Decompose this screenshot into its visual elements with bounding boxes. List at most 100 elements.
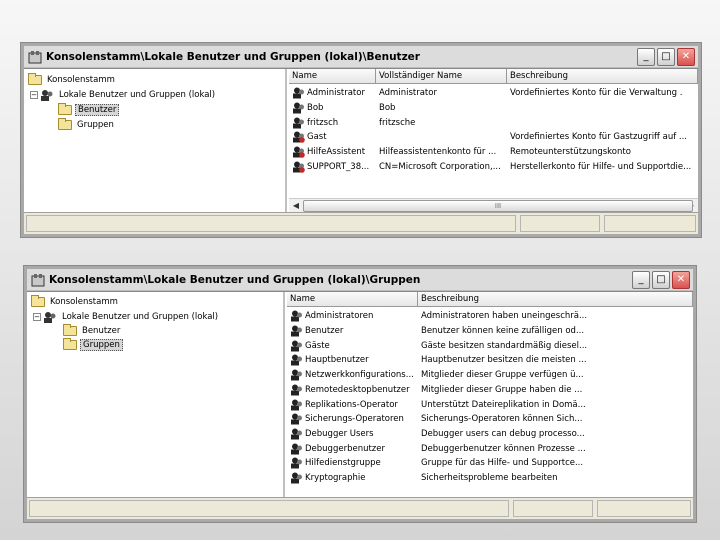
- tree-item-label: Konsolenstamm: [47, 75, 115, 85]
- status-bar: [27, 497, 693, 519]
- group-icon: [291, 369, 302, 381]
- window-gruppen: Konsolenstamm\Lokale Benutzer und Gruppe…: [23, 265, 697, 523]
- cell-description: Sicherungs-Operatoren können Sich...: [421, 414, 583, 425]
- scroll-thumb[interactable]: III: [303, 199, 693, 212]
- cell-name: Sicherungs-Operatoren: [287, 413, 418, 425]
- table-row[interactable]: Debuggerbenutzer Debuggerbenutzer können …: [287, 441, 693, 456]
- maximize-button[interactable]: □: [657, 47, 675, 66]
- user-icon: [293, 161, 305, 173]
- table-row[interactable]: Gast Vordefiniertes Konto für Gastzugriff…: [289, 130, 698, 145]
- table-row[interactable]: Remotedesktopbenutzer Mitglieder dieser G…: [287, 383, 693, 398]
- window-body: Konsolenstamm − Lokale Benutzer und Grup…: [27, 291, 693, 497]
- table-row[interactable]: Benutzer Benutzer können keine zufälligen…: [287, 324, 693, 339]
- table-row[interactable]: Gäste Gäste besitzen standardmäßig diesel…: [287, 338, 693, 353]
- table-row[interactable]: Debugger Users Debugger users can debug p…: [287, 427, 693, 442]
- tree-item-gruppen[interactable]: Gruppen: [63, 338, 123, 352]
- status-segment: [604, 215, 696, 232]
- cell-description: Gäste besitzen standardmäßig diesel...: [421, 340, 588, 351]
- group-icon: [291, 472, 302, 484]
- collapse-toggle[interactable]: −: [33, 313, 41, 321]
- cell-description: Administratoren haben uneingeschrä...: [421, 311, 588, 322]
- tree-item-gruppen[interactable]: Gruppen: [58, 118, 116, 132]
- user-icon: [293, 146, 305, 158]
- cell-name: Hauptbenutzer: [287, 354, 418, 366]
- title-bar[interactable]: Konsolenstamm\Lokale Benutzer und Gruppe…: [27, 269, 693, 291]
- cell-description: Debuggerbenutzer können Prozesse ...: [421, 443, 586, 454]
- column-header-description[interactable]: Beschreibung: [507, 69, 698, 83]
- tree-item-root[interactable]: Konsolenstamm: [31, 295, 120, 309]
- table-row[interactable]: Sicherungs-Operatoren Sicherungs-Operator…: [287, 412, 693, 427]
- scroll-left-icon[interactable]: ◀: [289, 199, 303, 213]
- cell-name: Remotedesktopbenutzer: [287, 384, 418, 396]
- tree-item-local-users-groups[interactable]: − Lokale Benutzer und Gruppen (lokal): [30, 88, 217, 102]
- cell-text: Administratoren: [305, 311, 374, 322]
- group-icon: [291, 354, 302, 366]
- tree-item-benutzer[interactable]: Benutzer: [58, 103, 120, 117]
- cell-description: Mitglieder dieser Gruppe haben die ...: [421, 384, 583, 395]
- close-button[interactable]: ✕: [677, 47, 695, 66]
- folder-icon: [31, 295, 45, 307]
- cell-full-name: Bob: [379, 103, 396, 114]
- group-icon: [291, 428, 302, 440]
- window-body: Konsolenstamm − Lokale Benutzer und Grup…: [24, 68, 698, 212]
- group-icon: [291, 340, 302, 352]
- tree-item-root[interactable]: Konsolenstamm: [28, 73, 117, 87]
- list-pane: Name Beschreibung Administratoren Adminis…: [287, 292, 693, 497]
- table-row[interactable]: SUPPORT_38... CN=Microsoft Corporation,..…: [289, 160, 698, 175]
- cell-text: fritzsch: [307, 117, 339, 128]
- table-row[interactable]: fritzsch fritzsche: [289, 115, 698, 130]
- cell-name: Kryptographie: [287, 472, 418, 484]
- table-row[interactable]: Replikations-Operator Unterstützt Dateire…: [287, 397, 693, 412]
- table-row[interactable]: Hilfedienstgruppe Gruppe für das Hilfe- u…: [287, 456, 693, 471]
- cell-text: Debugger Users: [305, 428, 374, 439]
- cell-text: Hauptbenutzer: [305, 355, 369, 366]
- cell-name: Administratoren: [287, 310, 418, 322]
- cell-full-name: Administrator: [379, 88, 437, 99]
- table-row[interactable]: Bob Bob: [289, 101, 698, 116]
- cell-description: Debugger users can debug processo...: [421, 428, 585, 439]
- tree-pane: Konsolenstamm − Lokale Benutzer und Grup…: [24, 69, 287, 212]
- group-icon: [291, 384, 302, 396]
- folder-icon: [58, 103, 72, 115]
- horizontal-scrollbar[interactable]: ◀ III ▶: [289, 198, 698, 212]
- table-row[interactable]: HilfeAssistent Hilfeassistentenkonto für …: [289, 145, 698, 160]
- maximize-button[interactable]: □: [652, 270, 670, 289]
- minimize-button[interactable]: _: [637, 47, 655, 66]
- table-row[interactable]: Administratoren Administratoren haben une…: [287, 309, 693, 324]
- title-bar[interactable]: Konsolenstamm\Lokale Benutzer und Gruppe…: [24, 46, 698, 68]
- cell-text: Administrator: [307, 88, 365, 99]
- cell-text: Replikations-Operator: [305, 399, 398, 410]
- tree-item-benutzer[interactable]: Benutzer: [63, 324, 122, 338]
- folder-icon: [63, 338, 77, 350]
- tree-pane: Konsolenstamm − Lokale Benutzer und Grup…: [27, 292, 285, 497]
- table-row[interactable]: Administrator Administrator Vordefiniertes…: [289, 86, 698, 101]
- tree-item-local-users-groups[interactable]: − Lokale Benutzer und Gruppen (lokal): [33, 310, 220, 324]
- cell-name: Gast: [289, 131, 376, 144]
- user-icon: [293, 87, 304, 99]
- user-icon: [293, 117, 304, 129]
- table-row[interactable]: Hauptbenutzer Hauptbenutzer besitzen die …: [287, 353, 693, 368]
- user-icon: [293, 131, 305, 144]
- group-icon: [291, 443, 302, 455]
- table-row[interactable]: Kryptographie Sicherheitsprobleme bearbei…: [287, 471, 693, 486]
- cell-text: Gäste: [305, 340, 330, 351]
- folder-icon: [28, 73, 42, 85]
- column-header-name[interactable]: Name: [287, 292, 418, 306]
- close-button[interactable]: ✕: [672, 270, 690, 289]
- window-title: Konsolenstamm\Lokale Benutzer und Gruppe…: [46, 50, 420, 63]
- minimize-button[interactable]: _: [632, 270, 650, 289]
- column-header-description[interactable]: Beschreibung: [418, 292, 693, 306]
- cell-description: Hauptbenutzer besitzen die meisten ...: [421, 355, 587, 366]
- column-header-name[interactable]: Name: [289, 69, 376, 83]
- cell-name: Replikations-Operator: [287, 399, 418, 411]
- cell-text: Sicherungs-Operatoren: [305, 414, 404, 425]
- cell-name: fritzsch: [289, 117, 376, 129]
- cell-text: Remotedesktopbenutzer: [305, 384, 410, 395]
- tree-item-label: Benutzer: [82, 326, 121, 336]
- collapse-toggle[interactable]: −: [30, 91, 38, 99]
- cell-text: Bob: [307, 103, 324, 114]
- table-row[interactable]: Netzwerkkonfigurations... Mitglieder dies…: [287, 368, 693, 383]
- group-icon: [291, 399, 302, 411]
- column-header-full-name[interactable]: Vollständiger Name: [376, 69, 507, 83]
- cell-text: Debuggerbenutzer: [305, 443, 385, 454]
